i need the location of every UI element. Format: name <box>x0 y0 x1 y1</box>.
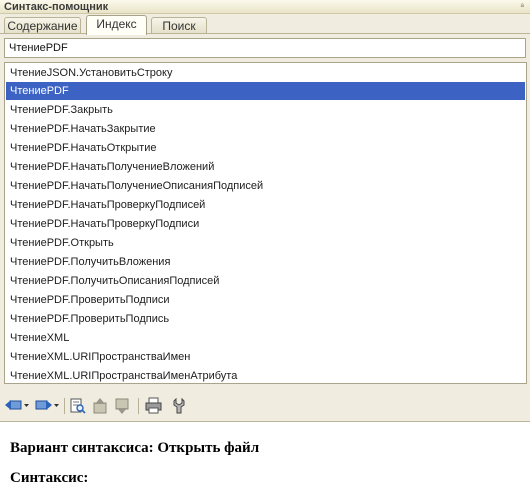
tab-index[interactable]: Индекс <box>86 15 147 35</box>
back-arrow-icon[interactable] <box>4 397 30 415</box>
list-item[interactable]: ЧтениеPDF.НачатьПолучениеОписанияПодписе… <box>6 177 525 195</box>
list-item[interactable]: ЧтениеPDF.ПолучитьВложения <box>6 253 525 271</box>
forward-arrow-icon[interactable] <box>34 397 60 415</box>
list-item[interactable]: ЧтениеPDF.ПолучитьОписанияПодписей <box>6 272 525 290</box>
topic-content: Вариант синтаксиса: Открыть файл Синтакс… <box>0 421 530 490</box>
go-up-icon[interactable] <box>92 397 108 415</box>
find-in-tree-icon[interactable] <box>70 397 86 415</box>
list-item[interactable]: ЧтениеXML <box>6 329 525 347</box>
tab-contents[interactable]: Содержание <box>4 17 81 34</box>
list-item[interactable]: ЧтениеPDF.ПроверитьПодпись <box>6 310 525 328</box>
list-item[interactable]: ЧтениеPDF.НачатьЗакрытие <box>6 120 525 138</box>
go-down-icon[interactable] <box>114 397 130 415</box>
list-item-selected[interactable]: ЧтениеPDF <box>6 82 525 100</box>
index-search-input[interactable]: ЧтениеPDF <box>4 38 526 58</box>
list-item[interactable]: ЧтениеPDF.Закрыть <box>6 101 525 119</box>
list-item[interactable]: ЧтениеPDF.Открыть <box>6 234 525 252</box>
list-item[interactable]: ЧтениеPDF.НачатьПолучениеВложений <box>6 158 525 176</box>
syntax-variant-heading: Вариант синтаксиса: Открыть файл <box>10 440 260 456</box>
tab-bar: Содержание Индекс Поиск <box>0 15 530 35</box>
list-item[interactable]: ЧтениеXML.URIПространстваИмен <box>6 348 525 366</box>
toolbar-separator <box>64 398 65 414</box>
toolbar-separator <box>138 398 139 414</box>
syntax-label: Синтаксис: <box>10 470 89 486</box>
toolbar <box>0 394 530 418</box>
list-item[interactable]: ЧтениеJSON.УстановитьСтроку <box>6 64 525 82</box>
syntax-helper-window: Синтакс-помощник ª Содержание Индекс Пои… <box>0 0 530 490</box>
window-titlebar: Синтакс-помощник ª <box>0 0 530 14</box>
settings-icon[interactable] <box>172 397 188 415</box>
list-item[interactable]: ЧтениеPDF.ПроверитьПодписи <box>6 291 525 309</box>
list-item[interactable]: ЧтениеPDF.НачатьПроверкуПодписи <box>6 215 525 233</box>
list-item[interactable]: ЧтениеPDF.НачатьОткрытие <box>6 139 525 157</box>
list-item[interactable]: ЧтениеXML.URIПространстваИменАтрибута <box>6 367 525 383</box>
list-item[interactable]: ЧтениеPDF.НачатьПроверкуПодписей <box>6 196 525 214</box>
print-icon[interactable] <box>145 397 162 415</box>
tab-divider <box>0 33 530 34</box>
pin-icon[interactable]: ª <box>521 0 524 14</box>
index-list[interactable]: ЧтениеJSON.УстановитьСтроку ЧтениеPDF Чт… <box>4 62 527 384</box>
window-title: Синтакс-помощник <box>4 1 109 13</box>
tab-search[interactable]: Поиск <box>151 17 207 34</box>
